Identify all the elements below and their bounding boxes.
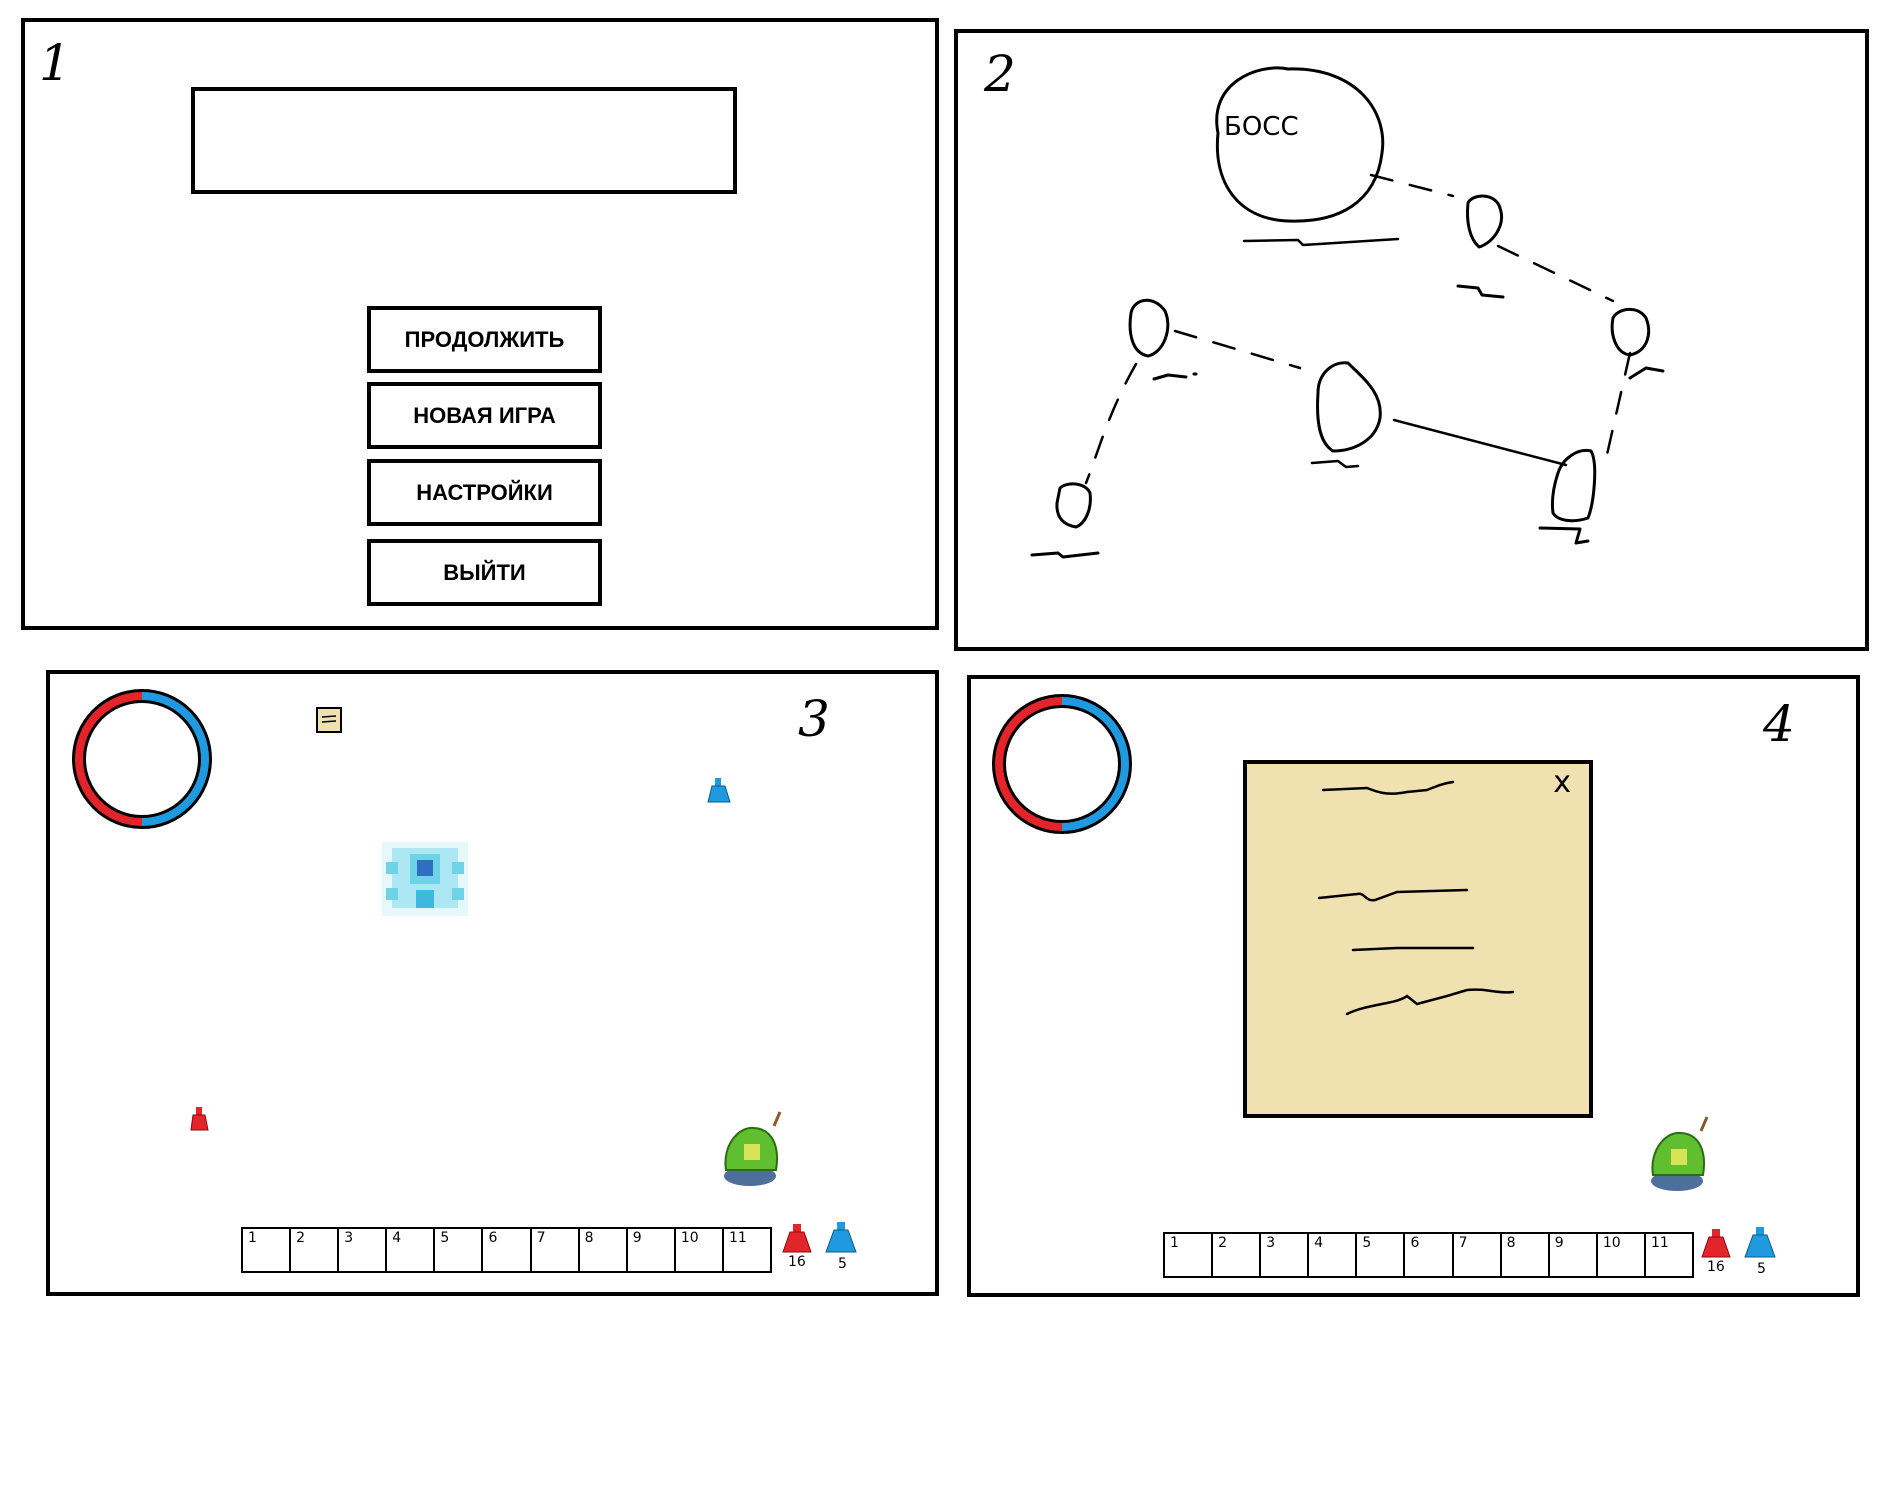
new-game-button[interactable]: НОВАЯ ИГРА [367,382,602,449]
health-potion-count: 16 [1707,1259,1725,1275]
blue-potion-icon[interactable] [1744,1227,1776,1258]
exit-button[interactable]: ВЫЙТИ [367,539,602,606]
note-open-panel: 4 x 1 2 3 4 5 6 7 8 9 10 11 16 5 [967,675,1860,1297]
gameplay-panel: 3 1 2 3 4 5 6 7 8 9 10 11 16 5 [46,670,939,1296]
room-node-3[interactable] [1128,298,1198,381]
health-potion-count: 16 [788,1254,806,1270]
red-potion-icon[interactable] [1701,1229,1731,1258]
potion-counters [1701,1227,1776,1258]
boss-room-node[interactable] [1215,66,1400,247]
blue-potion-icon[interactable] [825,1222,857,1253]
potion-counters [782,1222,857,1253]
main-menu-panel: 1 ПРОДОЛЖИТЬ НОВАЯ ИГРА НАСТРОЙКИ ВЫЙТИ [21,18,939,630]
mana-potion-count: 5 [1757,1261,1766,1277]
room-node-1[interactable] [1456,194,1505,299]
room-node-5[interactable] [1538,448,1597,545]
mana-potion-count: 5 [838,1256,847,1272]
settings-button[interactable]: НАСТРОЙКИ [367,459,602,526]
boss-label: БОСС [1224,112,1299,142]
room-node-2[interactable] [1610,307,1665,380]
panel-number: 1 [39,34,71,92]
level-map-graph: БОСС [1030,66,1665,559]
red-potion-icon[interactable] [782,1224,812,1253]
room-node-6[interactable] [1030,482,1100,559]
game-title-box [191,87,737,194]
continue-button[interactable]: ПРОДОЛЖИТЬ [367,306,602,373]
level-map-panel: 2 БОСС [954,29,1869,651]
room-node-4[interactable] [1310,361,1382,469]
